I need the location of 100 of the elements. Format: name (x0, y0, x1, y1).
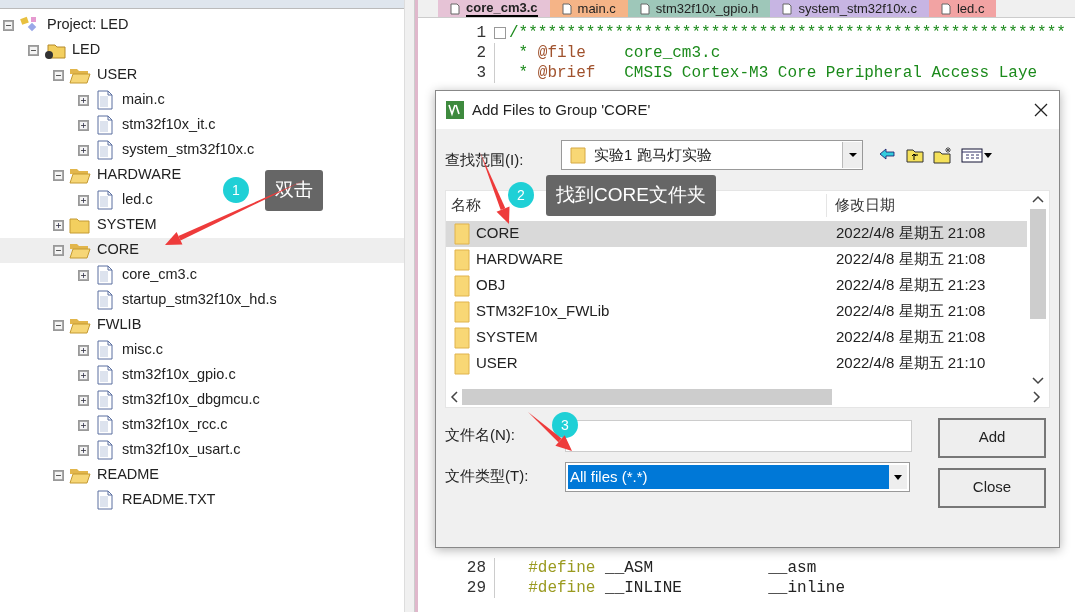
code-text: #define __INLINE __inline (527, 578, 846, 599)
file-icon (94, 365, 116, 386)
file-list-row[interactable]: CORE 2022/4/8 星期五 21:08 (446, 220, 1027, 247)
tree-item-label: misc.c (122, 340, 164, 360)
tree-row[interactable]: system_stm32f10x.c (0, 137, 261, 163)
tree-row[interactable]: README (0, 462, 166, 488)
folder-icon (452, 274, 472, 297)
scrollbar-thumb[interactable] (1030, 208, 1046, 319)
file-icon (94, 290, 116, 311)
field-label: 文件类型(T): (445, 466, 530, 487)
collapse-icon[interactable] (53, 69, 64, 81)
tree-item-label: FWLIB (97, 315, 142, 335)
editor-tab[interactable]: led.c (929, 0, 997, 17)
file-icon (782, 2, 793, 15)
editor-tab[interactable]: core_cm3.c (438, 0, 550, 17)
tree-item-label: HARDWARE (97, 165, 182, 185)
file-icon (94, 440, 116, 461)
expand-icon[interactable] (78, 344, 89, 356)
tree-row[interactable]: CORE (0, 237, 404, 263)
line-number: 1 (475, 23, 487, 44)
tree-row[interactable]: stm32f10x_gpio.c (0, 362, 242, 388)
expand-icon[interactable] (78, 194, 89, 206)
file-list-row[interactable]: OBJ 2022/4/8 星期五 21:23 (446, 272, 1027, 299)
expand-icon[interactable] (78, 419, 89, 431)
close-icon[interactable] (1033, 102, 1049, 118)
folder-icon (452, 222, 472, 245)
file-list-row[interactable]: SYSTEM 2022/4/8 星期五 21:08 (446, 324, 1027, 351)
tree-item-label: stm32f10x_gpio.c (122, 365, 236, 385)
tree-item-label: system_stm32f10x.c (122, 140, 255, 160)
expand-icon[interactable] (53, 219, 64, 231)
dialog-button[interactable]: Close (938, 467, 1046, 508)
tree-item-label: core_cm3.c (122, 265, 197, 285)
tree-row[interactable]: stm32f10x_rcc.c (0, 412, 234, 438)
tree-row[interactable]: LED (0, 37, 107, 63)
tree-item-label: stm32f10x_rcc.c (122, 415, 228, 435)
code-text: #define __ASM __asm (527, 558, 817, 579)
expand-icon[interactable] (78, 119, 89, 131)
tree-item-label: README.TXT (122, 490, 216, 510)
editor-tab[interactable]: main.c (549, 0, 628, 17)
file-type-dropdown[interactable]: All files (*.*) (565, 461, 910, 492)
file-icon (94, 390, 116, 411)
tree-row[interactable]: main.c (0, 87, 171, 113)
collapse-icon[interactable] (53, 469, 64, 481)
tree-item-label: led.c (122, 190, 153, 210)
look-in-dropdown[interactable]: 实验1 跑马灯实验 (561, 140, 863, 171)
scroll-up-icon (1032, 194, 1044, 203)
collapse-icon[interactable] (53, 169, 64, 181)
tree-item-label: stm32f10x_usart.c (122, 440, 241, 460)
expand-icon[interactable] (78, 144, 89, 156)
caret-icon (889, 464, 907, 489)
file-list-row[interactable]: HARDWARE 2022/4/8 星期五 21:08 (446, 246, 1027, 273)
tree-item-label: README (97, 465, 160, 485)
tree-row[interactable]: SYSTEM (0, 212, 163, 238)
file-icon (94, 115, 116, 136)
folder-icon (452, 248, 472, 271)
file-list-row[interactable]: USER 2022/4/8 星期五 21:10 (446, 350, 1027, 377)
folder-icon (452, 352, 472, 375)
dialog-button[interactable]: Add (938, 417, 1046, 458)
scroll-right-icon (1033, 390, 1041, 403)
tree-row[interactable]: README.TXT (0, 487, 222, 513)
caret-icon (847, 152, 858, 159)
collapse-icon[interactable] (28, 44, 39, 56)
expand-icon[interactable] (78, 394, 89, 406)
step-tooltip: 双击 (265, 170, 323, 211)
folder-icon (452, 326, 472, 349)
code-text: * @file core_cm3.c (517, 43, 721, 64)
fold-toggle-icon[interactable] (494, 27, 506, 39)
editor-tab[interactable]: stm32f10x_gpio.h (627, 0, 771, 17)
tree-row[interactable]: stm32f10x_dbgmcu.c (0, 387, 266, 413)
tree-item-label: stm32f10x_it.c (122, 115, 216, 135)
file-icon (94, 190, 116, 211)
tree-item-label: USER (97, 65, 138, 85)
collapse-icon[interactable] (53, 244, 64, 256)
tree-row[interactable]: Project: LED (0, 12, 135, 38)
column-header[interactable]: 修改日期 (827, 194, 895, 217)
expand-icon[interactable] (78, 369, 89, 381)
tree-row[interactable]: led.c (0, 187, 159, 213)
tree-row[interactable]: FWLIB (0, 312, 148, 338)
view-menu-icon[interactable] (960, 145, 993, 165)
editor-tab[interactable]: system_stm32f10x.c (770, 0, 929, 17)
new-folder-icon[interactable] (933, 145, 953, 165)
collapse-icon[interactable] (3, 19, 14, 31)
tree-row[interactable]: core_cm3.c (0, 262, 203, 288)
expand-icon[interactable] (78, 269, 89, 281)
collapse-icon[interactable] (53, 319, 64, 331)
tree-row[interactable]: stm32f10x_usart.c (0, 437, 247, 463)
scrollbar-thumb[interactable] (462, 388, 832, 405)
file-list-row[interactable]: STM32F10x_FWLib 2022/4/8 星期五 21:08 (446, 298, 1027, 325)
tree-row[interactable]: USER (0, 62, 144, 88)
code-text: * @brief CMSIS Cortex-M3 Core Peripheral Access Laye (517, 63, 1038, 84)
line-number: 29 (465, 578, 487, 599)
tree-row[interactable]: stm32f10x_it.c (0, 112, 222, 138)
line-number: 3 (475, 63, 487, 84)
file-icon (94, 265, 116, 286)
expand-icon[interactable] (78, 444, 89, 456)
line-number: 28 (465, 558, 487, 579)
expand-icon[interactable] (78, 94, 89, 106)
tree-row[interactable]: HARDWARE (0, 162, 188, 188)
tree-row[interactable]: misc.c (0, 337, 170, 363)
tree-row[interactable]: startup_stm32f10x_hd.s (0, 287, 283, 313)
